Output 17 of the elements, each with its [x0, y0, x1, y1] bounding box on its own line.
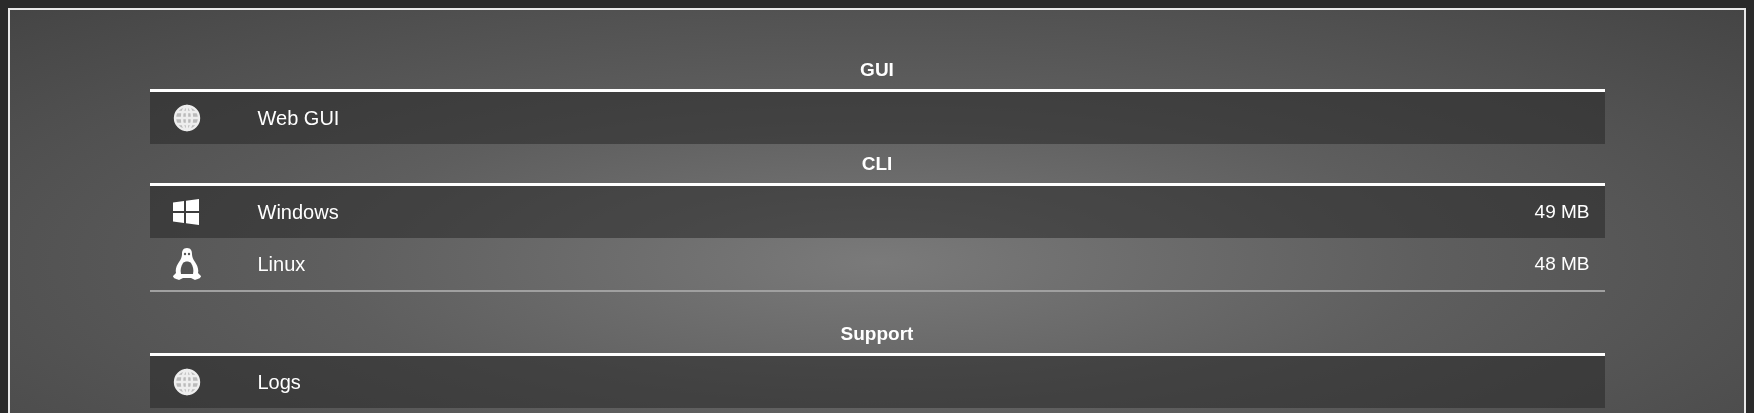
file-size: 49 MB	[1534, 201, 1591, 223]
row-label: Logs	[257, 370, 302, 394]
globe-icon	[171, 367, 202, 397]
section-heading: GUI	[859, 58, 895, 82]
download-row[interactable]: Logs	[149, 356, 1605, 408]
row-label: Windows	[257, 200, 340, 224]
row-label: Linux	[257, 252, 307, 276]
download-row[interactable]: Linux 48 MB	[149, 238, 1605, 290]
penguin-icon	[171, 247, 202, 281]
section-heading: CLI	[860, 152, 894, 176]
download-row[interactable]: Windows 49 MB	[149, 186, 1605, 238]
file-size: 48 MB	[1534, 253, 1591, 275]
windows-icon	[171, 198, 200, 226]
section-heading: Support	[839, 322, 915, 346]
globe-icon	[171, 103, 202, 133]
download-row[interactable]: Web GUI	[149, 92, 1605, 144]
row-label: Web GUI	[257, 106, 341, 130]
